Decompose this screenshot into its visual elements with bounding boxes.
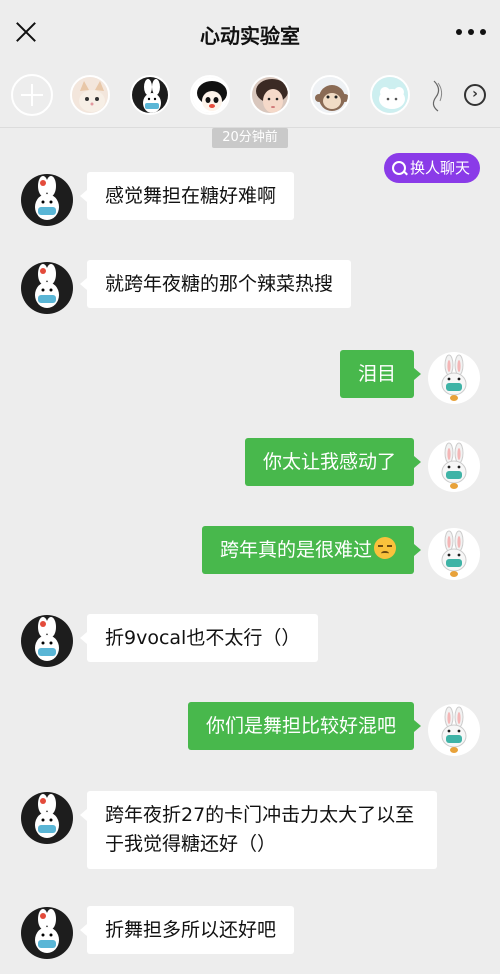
message-bubble-sent[interactable]: 你太让我感动了 — [244, 438, 422, 486]
member-avatar-cat[interactable] — [70, 75, 110, 115]
switch-chat-label: 换人聊天 — [409, 159, 470, 177]
my-avatar[interactable] — [428, 528, 480, 580]
member-avatar-girl-photo[interactable] — [250, 75, 290, 115]
sender-avatar[interactable] — [21, 615, 73, 667]
my-avatar[interactable] — [428, 440, 480, 492]
sender-avatar[interactable] — [21, 907, 73, 959]
member-avatar-cartoon-girl[interactable] — [190, 75, 230, 115]
chat-title: 心动实验室 — [200, 24, 300, 48]
message-bubble-received[interactable]: 折舞担多所以还好吧 — [79, 906, 295, 954]
member-avatar-cloud[interactable] — [370, 75, 410, 115]
member-bar: › — [0, 64, 500, 128]
sender-avatar[interactable] — [21, 262, 73, 314]
switch-chat-button[interactable]: 换人聊天 — [383, 153, 480, 183]
message-bubble-sent[interactable]: 你们是舞担比较好混吧 — [187, 702, 422, 750]
add-member-icon[interactable] — [11, 74, 53, 116]
sender-avatar[interactable] — [21, 792, 73, 844]
message-timestamp: 20分钟前 — [212, 128, 288, 148]
message-bubble-received[interactable]: 跨年夜折27的卡门冲击力太大了以至于我觉得糖还好（） — [80, 791, 437, 869]
message-bubble-received[interactable]: 就跨年夜糖的那个辣菜热搜 — [79, 260, 352, 308]
my-avatar[interactable] — [428, 352, 480, 404]
sender-avatar[interactable] — [21, 174, 73, 226]
top-bar: 心动实验室 — [0, 0, 500, 64]
chevron-right-icon[interactable]: › — [464, 84, 486, 106]
message-bubble-sent[interactable]: 泪目 — [339, 350, 422, 398]
message-bubble-received[interactable]: 折9vocal也不太行（） — [79, 614, 319, 662]
more-options-icon[interactable] — [456, 22, 486, 42]
message-bubble-received[interactable]: 感觉舞担在糖好难啊 — [79, 172, 295, 220]
my-avatar[interactable] — [428, 704, 480, 756]
message-text: 跨年真的是很难过 — [219, 539, 372, 561]
member-avatar-bunny-dark[interactable] — [130, 75, 170, 115]
member-avatar-monkey[interactable] — [310, 75, 350, 115]
message-bubble-sent[interactable]: 跨年真的是很难过 — [201, 526, 422, 574]
pensive-face-icon — [374, 537, 396, 559]
member-avatar-sketch[interactable] — [428, 75, 448, 115]
search-icon — [391, 161, 406, 175]
